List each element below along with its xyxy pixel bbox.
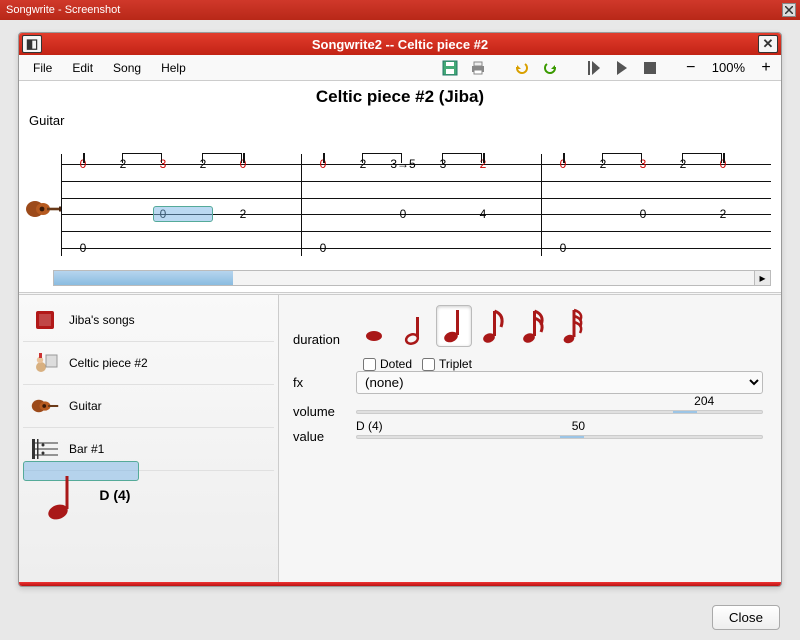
close-button[interactable]: Close <box>712 605 780 630</box>
app-window-title: Songwrite2 -- Celtic piece #2 <box>45 37 755 52</box>
dotted-label: Doted <box>380 357 412 371</box>
triplet-label: Triplet <box>439 357 472 371</box>
zoom-out-button[interactable]: − <box>682 59 700 77</box>
window-close-button[interactable]: ✕ <box>758 35 778 53</box>
menu-edit[interactable]: Edit <box>64 59 101 77</box>
duration-quarter[interactable] <box>436 305 472 347</box>
menu-help[interactable]: Help <box>153 59 194 77</box>
play-icon[interactable] <box>612 58 632 78</box>
value-label: value <box>293 429 348 444</box>
play-start-icon[interactable] <box>584 58 604 78</box>
dotted-checkbox[interactable] <box>363 358 376 371</box>
tree-song[interactable]: Celtic piece #2 <box>23 342 274 385</box>
save-icon[interactable] <box>440 58 460 78</box>
redo-icon[interactable] <box>540 58 560 78</box>
duration-whole[interactable] <box>356 325 392 347</box>
song-icon <box>31 350 59 376</box>
duration-eighth[interactable] <box>476 305 512 347</box>
volume-value: 204 <box>694 394 714 408</box>
tree-instrument-label: Guitar <box>69 399 102 413</box>
fx-label: fx <box>293 375 348 390</box>
outer-close-button[interactable] <box>782 3 796 17</box>
zoom-level: 100% <box>704 60 753 75</box>
score-title: Celtic piece #2 (Jiba) <box>29 87 771 107</box>
menu-file[interactable]: File <box>25 59 60 77</box>
duration-half[interactable] <box>396 313 432 347</box>
tree-song-label: Celtic piece #2 <box>69 356 148 370</box>
duration-label: duration <box>293 332 348 347</box>
tree-bar-label: Bar #1 <box>69 442 104 456</box>
triplet-checkbox[interactable] <box>422 358 435 371</box>
duration-sixteenth[interactable] <box>516 305 552 347</box>
zoom-in-button[interactable]: + <box>757 59 775 77</box>
fx-select[interactable]: (none) <box>356 371 763 394</box>
tree-instrument[interactable]: Guitar <box>23 385 274 428</box>
stop-icon[interactable] <box>640 58 660 78</box>
tree-songbook-label: Jiba's songs <box>69 313 135 327</box>
bar-icon <box>31 436 59 462</box>
guitar-icon <box>25 198 59 218</box>
undo-icon[interactable] <box>512 58 532 78</box>
horizontal-scrollbar[interactable]: ▸ <box>53 270 771 286</box>
tree-note-label: D (4) <box>99 487 130 503</box>
outer-window-title: Songwrite - Screenshot <box>6 4 120 16</box>
tree-songbook[interactable]: Jiba's songs <box>23 299 274 342</box>
scroll-right-icon[interactable]: ▸ <box>754 271 770 285</box>
value-text: D (4) <box>356 419 383 433</box>
value-number: 50 <box>572 419 585 433</box>
volume-slider[interactable]: 204 <box>356 410 763 414</box>
print-icon[interactable] <box>468 58 488 78</box>
volume-label: volume <box>293 404 348 419</box>
songbook-icon <box>31 307 59 333</box>
instrument-icon <box>31 393 59 419</box>
value-slider[interactable]: D (4) 50 <box>356 435 763 439</box>
menu-song[interactable]: Song <box>105 59 149 77</box>
window-menu-button[interactable]: ◧ <box>22 35 42 53</box>
duration-thirtysecond[interactable] <box>556 305 592 347</box>
tablature-view[interactable]: 02320020023→53204002320020 <box>29 128 771 268</box>
tree-note[interactable]: D (4) <box>23 461 139 481</box>
instrument-label: Guitar <box>29 113 771 128</box>
